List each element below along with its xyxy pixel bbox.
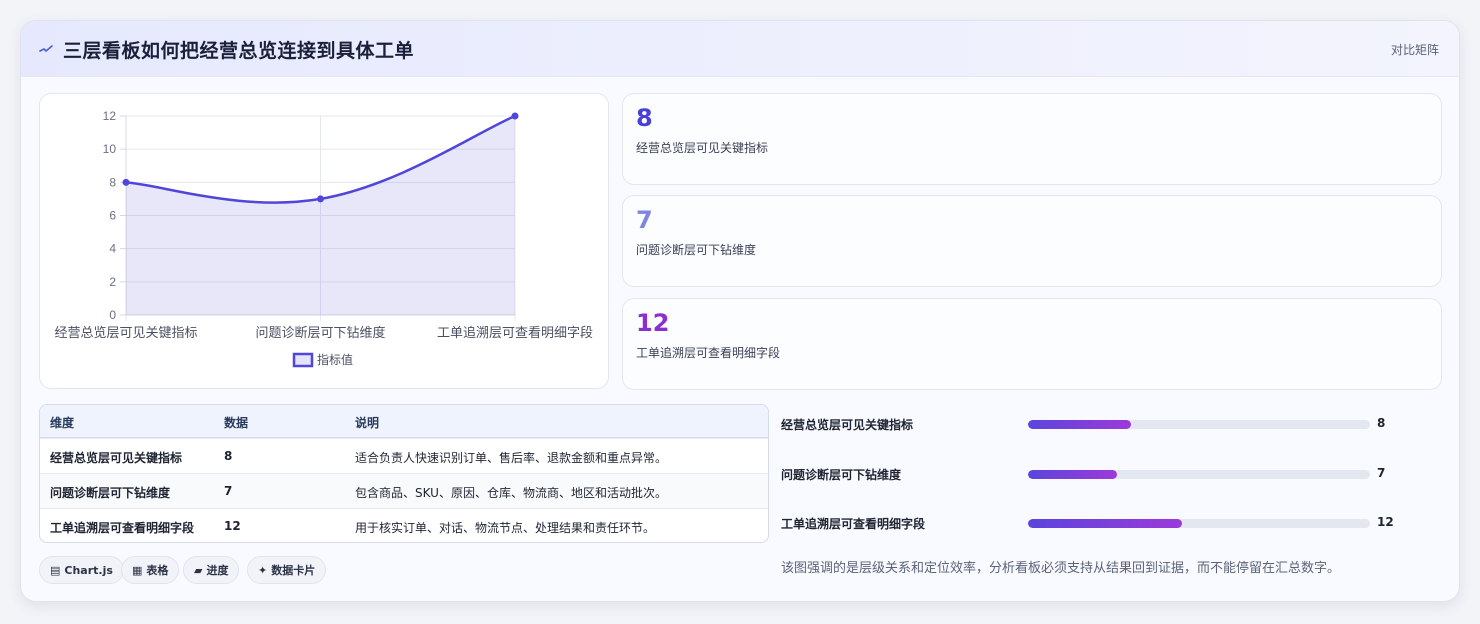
comparison-table: 维度 数据 说明 经营总览层可见关键指标 8 适合负责人快速识别订单、售后率、退… (39, 404, 769, 543)
analysis-note: 该图强调的是层级关系和定位效率，分析看板必须支持从结果回到证据，而不能停留在汇总… (781, 561, 1341, 576)
line-chart: 0 2 4 6 8 10 12 经营总览层可见关键指标 问题诊断层可下钻维度 工单追溯层可查看明细… (54, 109, 593, 368)
y-tick-label: 8 (109, 175, 116, 189)
stat-card-trace: 12 工单追溯层可查看明细字段 (622, 298, 1442, 390)
x-tick-label: 经营总览层可见关键指标 (54, 325, 197, 341)
chart-icon: ▤ (50, 563, 61, 577)
stat-label: 经营总览层可见关键指标 (636, 141, 769, 155)
page-title: 三层看板如何把经营总览连接到具体工单 (63, 40, 415, 62)
y-tick-label: 10 (103, 142, 117, 156)
column-header[interactable]: 数据 (224, 414, 248, 431)
sparkle-icon: ✦ (258, 563, 268, 577)
progress-row-overview: 经营总览层可见关键指标 8 (781, 414, 1441, 434)
line-chart-panel: 0 2 4 6 8 10 12 经营总览层可见关键指标 问题诊断层可下钻维度 工单追溯层可查看明细… (39, 93, 609, 389)
y-tick-label: 6 (109, 209, 116, 223)
stat-card-diagnosis: 7 问题诊断层可下钻维度 (622, 195, 1442, 287)
table-cell: 用于核实订单、对话、物流节点、处理结果和责任环节。 (355, 521, 656, 535)
table-row: 工单追溯层可查看明细字段 12 用于核实订单、对话、物流节点、处理结果和责任环节… (40, 508, 768, 542)
table-row: 问题诊断层可下钻维度 7 包含商品、SKU、原因、仓库、物流商、地区和活动批次。 (40, 473, 768, 508)
progress-fill (1028, 420, 1131, 429)
stat-card-overview: 8 经营总览层可见关键指标 (622, 93, 1442, 185)
table-cell: 工单追溯层可查看明细字段 (50, 521, 195, 535)
y-tick-label: 4 (109, 242, 116, 256)
progress-track (1028, 470, 1370, 479)
tag-progress[interactable]: ▰ 进度 (183, 556, 240, 584)
table-row: 经营总览层可见关键指标 8 适合负责人快速识别订单、售后率、退款金额和重点异常。 (40, 438, 768, 473)
progress-label: 经营总览层可见关键指标 (781, 418, 914, 432)
legend-label: 指标值 (317, 352, 353, 367)
table-cell: 包含商品、SKU、原因、仓库、物流商、地区和活动批次。 (355, 486, 667, 500)
stat-value: 12 (636, 309, 670, 337)
stat-value: 8 (636, 104, 653, 132)
data-point (317, 195, 324, 203)
table-cell: 7 (224, 484, 233, 498)
table-header-row: 维度 数据 说明 (40, 405, 768, 438)
pulse-icon (39, 45, 53, 52)
tag-data-card[interactable]: ✦ 数据卡片 (247, 556, 327, 584)
legend-swatch (292, 352, 314, 368)
progress-track (1028, 519, 1370, 528)
y-tick-label: 0 (109, 308, 116, 322)
tag-label: 数据卡片 (271, 564, 316, 577)
dashboard-card: 三层看板如何把经营总览连接到具体工单 对比矩阵 0 2 4 6 8 10 12 经营总览层可见… (20, 20, 1460, 602)
tag-label: 进度 (206, 564, 229, 577)
tag-chartjs[interactable]: ▤ Chart.js (39, 556, 124, 584)
progress-row-trace: 工单追溯层可查看明细字段 12 (781, 513, 1441, 533)
progress-icon: ▰ (194, 563, 203, 577)
table-cell: 适合负责人快速识别订单、售后率、退款金额和重点异常。 (355, 451, 668, 465)
table-cell: 8 (224, 449, 233, 463)
progress-label: 工单追溯层可查看明细字段 (781, 517, 926, 531)
card-header: 三层看板如何把经营总览连接到具体工单 对比矩阵 (21, 21, 1459, 77)
progress-value: 12 (1377, 515, 1394, 529)
table-icon: ▦ (132, 563, 143, 577)
progress-row-diagnosis: 问题诊断层可下钻维度 7 (781, 464, 1441, 484)
view-mode-label[interactable]: 对比矩阵 (1391, 41, 1439, 58)
progress-value: 8 (1377, 416, 1386, 430)
table-cell: 问题诊断层可下钻维度 (50, 486, 171, 500)
y-tick-label: 12 (103, 109, 117, 123)
tag-label: 表格 (146, 564, 169, 577)
x-tick-label: 问题诊断层可下钻维度 (255, 325, 385, 341)
stat-label: 问题诊断层可下钻维度 (636, 243, 757, 257)
progress-value: 7 (1377, 466, 1386, 480)
stat-value: 7 (636, 206, 653, 234)
data-point (122, 178, 130, 186)
progress-fill (1028, 470, 1117, 479)
progress-fill (1028, 519, 1182, 528)
column-header[interactable]: 维度 (50, 414, 74, 431)
x-tick-label: 工单追溯层可查看明细字段 (437, 325, 593, 341)
table-cell: 12 (224, 519, 241, 533)
progress-label: 问题诊断层可下钻维度 (781, 468, 902, 482)
stat-label: 工单追溯层可查看明细字段 (636, 346, 781, 360)
progress-track (1028, 420, 1370, 429)
tag-table[interactable]: ▦ 表格 (121, 556, 180, 584)
tag-label: Chart.js (64, 563, 113, 577)
y-tick-label: 2 (109, 275, 116, 289)
data-point (511, 112, 519, 120)
column-header[interactable]: 说明 (355, 414, 379, 431)
table-cell: 经营总览层可见关键指标 (50, 451, 183, 465)
